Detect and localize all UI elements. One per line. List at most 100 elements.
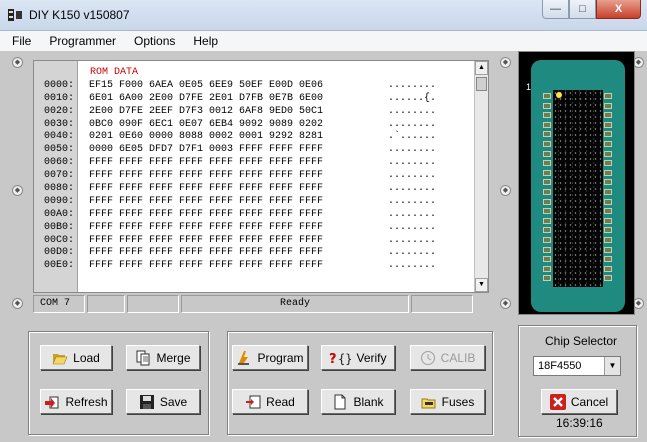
refresh-label: Refresh xyxy=(65,394,108,409)
hex-ascii: ........ xyxy=(388,221,437,233)
menu-file[interactable]: File xyxy=(6,34,37,48)
hex-row: 00D0: FFFF FFFF FFFF FFFF FFFF FFFF FFFF … xyxy=(34,247,474,260)
chevron-down-icon[interactable]: ▼ xyxy=(604,357,620,375)
minimize-button[interactable]: — xyxy=(542,0,569,19)
load-label: Load xyxy=(73,350,100,365)
hex-row: 0030: 0BC0 090F 6EC1 0E07 6EB4 9092 9089 … xyxy=(34,119,474,132)
hex-ascii: ........ xyxy=(388,234,437,246)
hex-bytes: EF15 F000 6AEA 0E05 6EE9 50EF E00D 0E06 xyxy=(89,79,324,91)
hex-bytes: 0BC0 090F 6EC1 0E07 6EB4 9092 9089 0202 xyxy=(89,118,324,130)
socket-pin xyxy=(543,208,551,215)
verify-label: Verify xyxy=(356,350,387,365)
resize-indicator-icon: ◆ xyxy=(12,57,23,68)
load-button[interactable]: Load xyxy=(40,345,112,370)
hex-bytes: FFFF FFFF FFFF FFFF FFFF FFFF FFFF FFFF xyxy=(89,260,324,272)
resize-indicator-icon: ◆ xyxy=(500,298,511,309)
hex-address: 00B0: xyxy=(43,221,74,233)
close-button[interactable]: X xyxy=(596,0,641,19)
hex-row: 00A0: FFFF FFFF FFFF FFFF FFFF FFFF FFFF … xyxy=(34,209,474,222)
hex-lines: ROM DATA 0000: EF15 F000 6AEA 0E05 6EE9 5… xyxy=(34,67,474,273)
read-chip-icon xyxy=(246,395,261,408)
vertical-scrollbar[interactable]: ▲ ▼ xyxy=(474,61,488,292)
hex-address: 00A0: xyxy=(43,208,74,220)
cancel-x-icon xyxy=(549,393,566,410)
hex-address: 0060: xyxy=(43,157,74,169)
hex-bytes: 0000 6E05 DFD7 D7F1 0003 FFFF FFFF FFFF xyxy=(89,144,324,156)
resize-indicator-icon: ◆ xyxy=(500,185,511,196)
socket-pin xyxy=(604,227,612,234)
hex-bytes: 2E00 D7FE 2EEF D7F3 0012 6AF8 9ED0 50C1 xyxy=(89,105,324,117)
scroll-thumb[interactable] xyxy=(476,77,487,91)
socket-pin xyxy=(604,217,612,224)
resize-indicator-icon: ◆ xyxy=(500,57,511,68)
refresh-button[interactable]: Refresh xyxy=(40,389,112,414)
hex-row: 00C0: FFFF FFFF FFFF FFFF FFFF FFFF FFFF … xyxy=(34,235,474,248)
hex-bytes: 6E01 6A00 2E00 D7FE 2E01 D7FB 0E7B 6E00 xyxy=(89,92,324,104)
socket-pin xyxy=(604,169,612,176)
cancel-button[interactable]: Cancel xyxy=(541,389,617,414)
hex-bytes: FFFF FFFF FFFF FFFF FFFF FFFF FFFF FFFF xyxy=(89,208,324,220)
hex-address: 00D0: xyxy=(43,247,74,259)
menu-help[interactable]: Help xyxy=(187,34,224,48)
scroll-down-icon[interactable]: ▼ xyxy=(475,278,488,292)
rom-data-header: ROM DATA xyxy=(90,67,139,78)
save-button[interactable]: Save xyxy=(126,389,200,414)
socket-pin xyxy=(543,237,551,243)
hex-bytes: FFFF FFFF FFFF FFFF FFFF FFFF FFFF FFFF xyxy=(89,183,324,195)
blank-button[interactable]: Blank xyxy=(321,389,395,414)
svg-text:?: ? xyxy=(329,352,337,366)
hex-ascii: ........ xyxy=(388,79,437,91)
hex-row: 0060: FFFF FFFF FFFF FFFF FFFF FFFF FFFF … xyxy=(34,157,474,170)
socket-pin xyxy=(543,256,551,263)
scroll-up-icon[interactable]: ▲ xyxy=(475,61,488,75)
menu-options[interactable]: Options xyxy=(128,34,181,48)
socket-pin xyxy=(543,179,551,186)
fuses-button[interactable]: Fuses xyxy=(410,389,485,414)
chip-selector-dropdown[interactable]: 18F4550 ▼ xyxy=(533,356,621,376)
socket-pin xyxy=(604,141,612,147)
socket-pin xyxy=(543,227,551,234)
verify-button[interactable]: ?{} Verify xyxy=(321,345,395,370)
merge-button[interactable]: Merge xyxy=(126,345,200,370)
socket-pin xyxy=(604,112,612,119)
hex-ascii: ........ xyxy=(388,170,437,182)
folder-open-icon xyxy=(52,353,68,364)
hex-row: 0020: 2E00 D7FE 2EEF D7F3 0012 6AF8 9ED0 … xyxy=(34,106,474,119)
hex-address: 0010: xyxy=(43,92,74,104)
socket-pin xyxy=(604,208,612,215)
window-title: DIY K150 v150807 xyxy=(29,8,130,22)
read-button[interactable]: Read xyxy=(232,389,308,414)
main-panel: ◆ ◆ ◆ ◆ ◆ ◆ ◆ ◆ ROM DATA 0000: EF15 F000 … xyxy=(0,51,647,442)
socket-pin xyxy=(604,160,612,167)
chip-body xyxy=(553,90,603,287)
socket-pin xyxy=(604,179,612,186)
chip-view: 1 xyxy=(518,51,635,315)
clock-icon xyxy=(420,350,435,365)
socket-pin xyxy=(543,112,551,119)
calib-button[interactable]: CALIB xyxy=(410,345,485,370)
socket-pin xyxy=(604,246,612,253)
chip-selector-label: Chip Selector xyxy=(545,334,618,348)
hex-ascii: ........ xyxy=(388,208,437,220)
hex-bytes: FFFF FFFF FFFF FFFF FFFF FFFF FFFF FFFF xyxy=(89,195,324,207)
resize-indicator-icon: ◆ xyxy=(12,185,23,196)
chip-selector-value: 18F4550 xyxy=(538,360,582,372)
hex-bytes: FFFF FFFF FFFF FFFF FFFF FFFF FFFF FFFF xyxy=(89,221,324,233)
hex-ascii: .`...... xyxy=(388,131,437,143)
maximize-button[interactable]: □ xyxy=(569,0,596,19)
menu-programmer[interactable]: Programmer xyxy=(43,34,122,48)
pin1-marker-icon xyxy=(556,92,562,98)
hex-address: 0080: xyxy=(43,183,74,195)
program-button[interactable]: Program xyxy=(232,345,308,370)
socket-pin xyxy=(604,131,612,138)
hex-address: 0050: xyxy=(43,144,74,156)
socket-pin xyxy=(543,265,551,272)
cancel-label: Cancel xyxy=(570,394,609,409)
hex-view[interactable]: ROM DATA 0000: EF15 F000 6AEA 0E05 6EE9 5… xyxy=(33,60,489,293)
socket-pin xyxy=(604,265,612,272)
fuses-label: Fuses xyxy=(441,394,475,409)
hex-address: 0090: xyxy=(43,195,74,207)
hex-row: 0070: FFFF FFFF FFFF FFFF FFFF FFFF FFFF … xyxy=(34,170,474,183)
verify-icon: ?{} xyxy=(329,352,351,366)
hex-address: 0040: xyxy=(43,131,74,143)
